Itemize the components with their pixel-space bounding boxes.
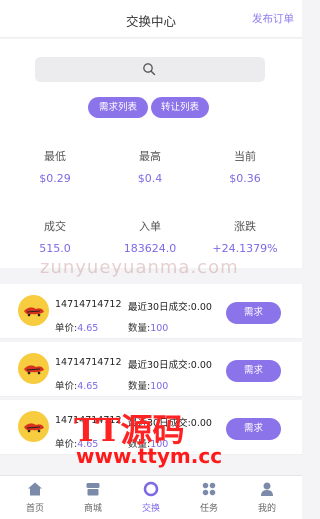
mascot-icon (24, 423, 44, 433)
price-field: 单价:4.65 (55, 320, 98, 334)
stat-deals: 成交 515.0 (5, 218, 105, 255)
quantity-value: 100 (150, 323, 169, 334)
demand-button[interactable]: 需求 (226, 360, 281, 382)
price-value: 4.65 (77, 323, 99, 334)
stat-highest: 最高 $0.4 (100, 148, 200, 185)
stat-value: 183624.0 (123, 242, 177, 255)
demand-button[interactable]: 需求 (226, 418, 281, 440)
stat-lowest: 最低 $0.29 (5, 148, 105, 185)
stat-label: 最高 (139, 150, 161, 163)
stat-label: 当前 (234, 150, 256, 163)
stat-change: 涨跌 +24.1379% (195, 218, 295, 255)
stat-value: 515.0 (39, 242, 71, 255)
quantity-field: 数量:100 (128, 320, 168, 334)
quantity-label: 数量: (128, 323, 151, 334)
user-icon (261, 482, 273, 496)
exchange-icon (143, 481, 159, 497)
stat-orders: 入单 183624.0 (100, 218, 200, 255)
demand-button[interactable]: 需求 (226, 302, 281, 324)
price-label: 单价: (55, 381, 78, 392)
quantity-field: 数量:100 (128, 378, 168, 392)
tab-label: 商城 (83, 504, 102, 514)
list-item: 14714714712 最近30日成交:0.00 单价:4.65 数量:100 … (0, 284, 302, 339)
stat-value: $0.36 (229, 172, 261, 185)
grid-icon (202, 482, 216, 496)
search-icon (143, 63, 156, 76)
recent-deals: 最近30日成交:0.00 (128, 302, 212, 313)
stat-value: $0.4 (137, 172, 163, 185)
tab-label: 我的 (257, 504, 276, 514)
home-icon (28, 482, 42, 496)
list-item: 14714714712 最近30日成交:0.00 单价:4.65 数量:100 … (0, 342, 302, 397)
stat-label: 涨跌 (234, 220, 256, 233)
store-icon (86, 483, 100, 496)
tab-store[interactable]: 商城 (63, 476, 123, 519)
tab-mine[interactable]: 我的 (237, 476, 297, 519)
tab-exchange[interactable]: 交换 (121, 476, 181, 519)
stat-value: $0.29 (39, 172, 71, 185)
search-area: 需求列表 转让列表 (0, 39, 302, 128)
recent-deals: 最近30日成交:0.00 (128, 360, 212, 371)
tab-label: 首页 (25, 504, 44, 514)
price-value: 4.65 (77, 381, 99, 392)
mascot-icon (24, 365, 44, 375)
stat-label: 成交 (44, 220, 66, 233)
publish-order-link[interactable]: 发布订单 (252, 11, 294, 26)
stat-label: 最低 (44, 150, 66, 163)
watermark-domain: zunyueyuanma.com (40, 257, 239, 278)
avatar (18, 353, 49, 384)
transfer-list-button[interactable]: 转让列表 (151, 97, 209, 118)
quantity-label: 数量: (128, 381, 151, 392)
price-label: 单价: (55, 323, 78, 334)
top-header: 交换中心 发布订单 (0, 0, 302, 38)
tab-label: 交换 (141, 504, 160, 514)
demand-list-button[interactable]: 需求列表 (88, 97, 148, 118)
quantity-value: 100 (150, 381, 169, 392)
market-stats: 最低 $0.29 最高 $0.4 当前 $0.36 成交 515.0 入单 18… (0, 128, 302, 268)
watermark-url: www.ttym.cc (76, 444, 223, 468)
stat-current: 当前 $0.36 (195, 148, 295, 185)
avatar (18, 411, 49, 442)
bottom-tab-bar: 首页 商城 交换 任务 我的 (0, 475, 302, 519)
user-id: 14714714712 (55, 299, 122, 310)
mascot-icon (24, 307, 44, 317)
stat-value: +24.1379% (212, 242, 278, 255)
price-field: 单价:4.65 (55, 378, 98, 392)
avatar (18, 295, 49, 326)
tab-tasks[interactable]: 任务 (179, 476, 239, 519)
stat-label: 入单 (139, 220, 161, 233)
tab-home[interactable]: 首页 (5, 476, 65, 519)
search-input[interactable] (35, 57, 265, 82)
tab-label: 任务 (199, 504, 218, 514)
user-id: 14714714712 (55, 357, 122, 368)
